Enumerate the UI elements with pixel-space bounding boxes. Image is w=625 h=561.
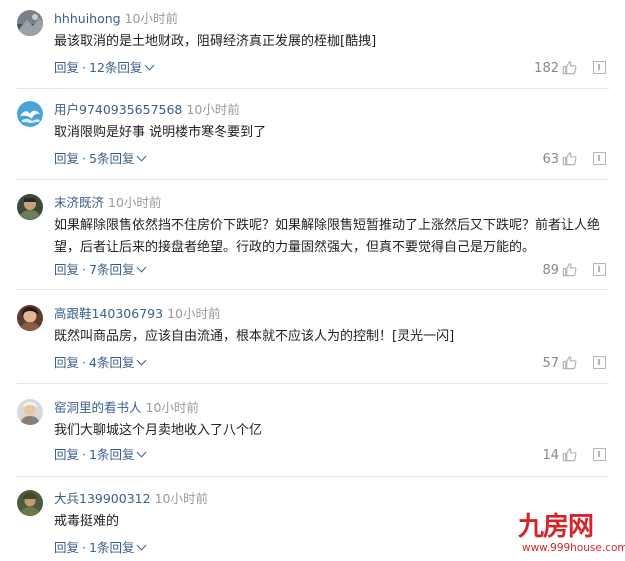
- comment-time: 10小时前: [108, 195, 162, 210]
- comment-text: 如果解除限售依然挡不住房价下跌呢？如果解除限售短暂推动了上涨然后又下跌呢？前者让…: [54, 218, 601, 255]
- like-count: 182: [534, 61, 559, 76]
- avatar[interactable]: [17, 399, 43, 425]
- comment-time: 10小时前: [186, 102, 240, 117]
- view-replies-button[interactable]: 7条回复: [89, 262, 134, 277]
- comment-time: 10小时前: [145, 400, 199, 415]
- like-button[interactable]: 57: [542, 355, 577, 371]
- like-button[interactable]: 14: [542, 447, 577, 463]
- comment-text: 最该取消的是土地财政，阻碍经济真正发展的桎枷[酷拽]: [54, 34, 377, 49]
- chevron-down-icon: [137, 447, 147, 458]
- chevron-down-icon: [144, 60, 155, 71]
- comment-meta: 窑洞里的看书人 10小时前: [54, 400, 199, 416]
- comment-meta: 高跟鞋140306793 10小时前: [54, 306, 220, 322]
- action-separator: ·: [82, 60, 86, 75]
- divider: [17, 476, 609, 477]
- reply-button[interactable]: 回复: [54, 262, 79, 277]
- view-replies-button[interactable]: 12条回复: [89, 60, 142, 75]
- reply-button[interactable]: 回复: [54, 447, 79, 462]
- thumbs-up-icon: [562, 448, 577, 462]
- comment-username[interactable]: 末济既济: [54, 195, 104, 210]
- comment-username[interactable]: 高跟鞋140306793: [54, 306, 163, 321]
- comment-meta: hhhuihong 10小时前: [54, 11, 178, 27]
- avatar-photo-icon: [17, 305, 43, 331]
- like-button[interactable]: 89: [542, 262, 577, 278]
- thumbs-up-icon: [562, 356, 577, 370]
- comment-time: 10小时前: [124, 11, 178, 26]
- comment-item: 末济既济 10小时前 如果解除限售依然挡不住房价下跌呢？如果解除限售短暂推动了上涨…: [0, 194, 625, 290]
- avatar-photo-icon: [17, 10, 43, 36]
- comment-item: 高跟鞋140306793 10小时前 既然叫商品房，应该自由流通，根本就不应该人为…: [0, 305, 625, 385]
- report-icon[interactable]: [593, 448, 606, 461]
- report-icon[interactable]: [593, 152, 606, 165]
- comment-time: 10小时前: [154, 491, 208, 506]
- report-icon[interactable]: [593, 61, 606, 74]
- action-separator: ·: [82, 540, 86, 555]
- thumbs-up-icon: [562, 61, 577, 75]
- watermark-url: www.999house.com: [522, 542, 625, 554]
- report-icon[interactable]: [593, 356, 606, 369]
- like-count: 63: [542, 152, 559, 167]
- divider: [17, 179, 609, 180]
- divider: [17, 88, 609, 89]
- comment-time: 10小时前: [167, 306, 221, 321]
- reply-button[interactable]: 回复: [54, 151, 79, 166]
- chevron-down-icon: [137, 355, 147, 366]
- view-replies-button[interactable]: 5条回复: [89, 151, 134, 166]
- comment-username[interactable]: 窑洞里的看书人: [54, 400, 142, 415]
- avatar[interactable]: [17, 101, 43, 127]
- action-separator: ·: [82, 447, 86, 462]
- view-replies-button[interactable]: 4条回复: [89, 355, 134, 370]
- avatar[interactable]: [17, 194, 43, 220]
- avatar[interactable]: [17, 305, 43, 331]
- view-replies-button[interactable]: 1条回复: [89, 447, 134, 462]
- comment-item: 窑洞里的看书人 10小时前 我们大聊城这个月卖地收入了八个亿 回复 · 1条回复 14: [0, 399, 625, 479]
- comment-meta: 末济既济 10小时前: [54, 195, 161, 211]
- comment-actions: 回复 · 5条回复: [54, 151, 147, 167]
- like-button[interactable]: 63: [542, 151, 577, 167]
- comment-item: 用户9740935657568 10小时前 取消限购是好事 说明楼市寒冬要到了 回…: [0, 101, 625, 181]
- comment-meta: 用户9740935657568 10小时前: [54, 102, 240, 118]
- chevron-down-icon: [137, 151, 147, 162]
- like-button[interactable]: 182: [534, 60, 577, 76]
- action-separator: ·: [82, 151, 86, 166]
- thumbs-up-icon: [562, 152, 577, 166]
- comment-username[interactable]: 用户9740935657568: [54, 102, 182, 117]
- comment-actions: 回复 · 1条回复: [54, 540, 147, 556]
- reply-button[interactable]: 回复: [54, 540, 79, 555]
- comment-text: 我们大聊城这个月卖地收入了八个亿: [54, 423, 263, 438]
- comment-text: 既然叫商品房，应该自由流通，根本就不应该人为的控制！[灵光一闪]: [54, 329, 455, 344]
- chevron-down-icon: [137, 262, 147, 273]
- avatar[interactable]: [17, 10, 43, 36]
- comment-actions: 回复 · 12条回复: [54, 60, 155, 76]
- view-replies-button[interactable]: 1条回复: [89, 540, 134, 555]
- divider: [17, 289, 609, 290]
- watermark-logo: 九房网 www.999house.com: [518, 512, 625, 555]
- avatar-wave-icon: [17, 101, 43, 127]
- reply-button[interactable]: 回复: [54, 355, 79, 370]
- action-separator: ·: [82, 262, 86, 277]
- comment-username[interactable]: 大兵139900312: [54, 491, 151, 506]
- like-count: 89: [542, 263, 559, 278]
- divider: [17, 383, 609, 384]
- comment-actions: 回复 · 7条回复: [54, 262, 147, 278]
- chevron-down-icon: [137, 540, 147, 551]
- avatar-photo-icon: [17, 399, 43, 425]
- comment-item: hhhuihong 10小时前 最该取消的是土地财政，阻碍经济真正发展的桎枷[酷拽…: [0, 10, 625, 90]
- avatar-photo-icon: [17, 194, 43, 220]
- action-separator: ·: [82, 355, 86, 370]
- avatar-photo-icon: [17, 490, 43, 516]
- comment-username[interactable]: hhhuihong: [54, 11, 121, 26]
- comment-actions: 回复 · 1条回复: [54, 447, 147, 463]
- report-icon[interactable]: [593, 263, 606, 276]
- thumbs-up-icon: [562, 263, 577, 277]
- comment-text: 取消限购是好事 说明楼市寒冬要到了: [54, 125, 267, 140]
- reply-button[interactable]: 回复: [54, 60, 79, 75]
- like-count: 57: [542, 356, 559, 371]
- comment-actions: 回复 · 4条回复: [54, 355, 147, 371]
- comment-meta: 大兵139900312 10小时前: [54, 491, 208, 507]
- avatar[interactable]: [17, 490, 43, 516]
- like-count: 14: [542, 448, 559, 463]
- watermark-title: 九房网: [518, 512, 594, 542]
